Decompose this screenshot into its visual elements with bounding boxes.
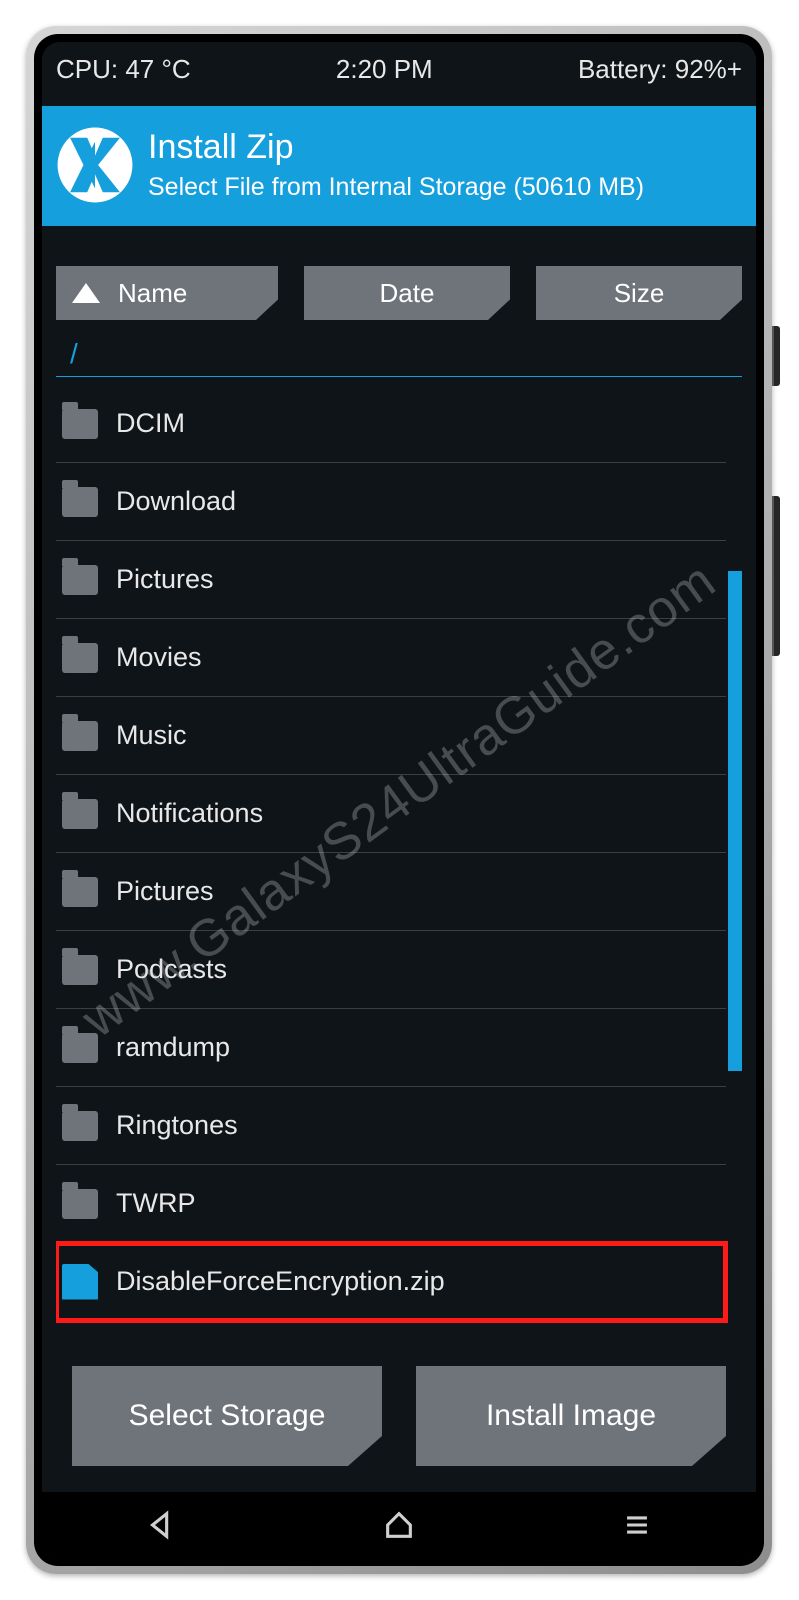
file-name-label: Notifications (116, 798, 263, 829)
folder-row[interactable]: Download (56, 463, 726, 541)
scrollbar-thumb[interactable] (728, 571, 742, 1071)
folder-icon (62, 1189, 98, 1219)
file-list[interactable]: DCIM Download Pictures Movies Music Notificat… (56, 385, 726, 1336)
sort-by-name-button[interactable]: Name (56, 266, 278, 320)
file-icon (62, 1264, 98, 1300)
file-name-label: Podcasts (116, 954, 227, 985)
folder-row[interactable]: Ringtones (56, 1087, 726, 1165)
folder-row[interactable]: Notifications (56, 775, 726, 853)
folder-icon (62, 409, 98, 439)
phone-side-button (772, 496, 780, 656)
folder-row[interactable]: Pictures (56, 853, 726, 931)
android-nav-bar (42, 1492, 756, 1558)
file-name-label: Music (116, 720, 187, 751)
clock: 2:20 PM (336, 54, 433, 85)
screen: CPU: 47 °C 2:20 PM Battery: 92%+ Install… (42, 42, 756, 1558)
file-name-label: Movies (116, 642, 202, 673)
sort-by-date-button[interactable]: Date (304, 266, 510, 320)
phone-frame: CPU: 47 °C 2:20 PM Battery: 92%+ Install… (26, 26, 772, 1574)
folder-row[interactable]: Podcasts (56, 931, 726, 1009)
folder-row[interactable]: TWRP (56, 1165, 726, 1243)
file-name-label: Ringtones (116, 1110, 238, 1141)
page-header: Install Zip Select File from Internal St… (42, 106, 756, 226)
folder-icon (62, 877, 98, 907)
folder-icon (62, 1033, 98, 1063)
select-storage-button[interactable]: Select Storage (72, 1366, 382, 1466)
file-name-label: DisableForceEncryption.zip (116, 1266, 445, 1297)
sort-by-size-label: Size (614, 278, 665, 309)
file-name-label: Download (116, 486, 236, 517)
sort-by-name-label: Name (118, 278, 187, 309)
file-name-label: Pictures (116, 876, 214, 907)
cpu-temp: CPU: 47 °C (56, 54, 191, 85)
file-list-container: DCIM Download Pictures Movies Music Notificat… (56, 385, 742, 1336)
phone-side-button (772, 326, 780, 386)
folder-icon (62, 643, 98, 673)
folder-row[interactable]: Music (56, 697, 726, 775)
back-button[interactable] (141, 1505, 181, 1545)
file-name-label: Pictures (116, 564, 214, 595)
breadcrumb-path[interactable]: / (56, 328, 742, 377)
phone-frame-inner: CPU: 47 °C 2:20 PM Battery: 92%+ Install… (34, 34, 764, 1566)
folder-icon (62, 955, 98, 985)
battery-level: Battery: 92%+ (578, 54, 742, 85)
action-row: Select Storage Install Image (42, 1336, 756, 1492)
file-name-label: ramdump (116, 1032, 230, 1063)
folder-row[interactable]: Pictures (56, 541, 726, 619)
file-name-label: TWRP (116, 1188, 195, 1219)
sort-ascending-icon (72, 283, 100, 303)
twrp-logo-icon (56, 126, 134, 204)
folder-icon (62, 487, 98, 517)
select-storage-label: Select Storage (129, 1399, 326, 1433)
folder-row[interactable]: ramdump (56, 1009, 726, 1087)
folder-icon (62, 565, 98, 595)
recents-button[interactable] (617, 1505, 657, 1545)
folder-row[interactable]: Movies (56, 619, 726, 697)
folder-icon (62, 1111, 98, 1141)
scrollbar[interactable] (728, 571, 742, 1328)
page-title: Install Zip (148, 128, 644, 167)
sort-by-date-label: Date (380, 278, 435, 309)
folder-row[interactable]: DCIM (56, 385, 726, 463)
status-bar: CPU: 47 °C 2:20 PM Battery: 92%+ (42, 42, 756, 96)
file-name-label: DCIM (116, 408, 185, 439)
home-button[interactable] (379, 1505, 419, 1545)
install-image-label: Install Image (486, 1399, 656, 1433)
file-row[interactable]: DisableForceEncryption.zip (56, 1243, 726, 1321)
install-image-button[interactable]: Install Image (416, 1366, 726, 1466)
folder-icon (62, 799, 98, 829)
page-subtitle: Select File from Internal Storage (50610… (148, 173, 644, 202)
sort-by-size-button[interactable]: Size (536, 266, 742, 320)
folder-icon (62, 721, 98, 751)
sort-row: Name Date Size (42, 266, 756, 320)
